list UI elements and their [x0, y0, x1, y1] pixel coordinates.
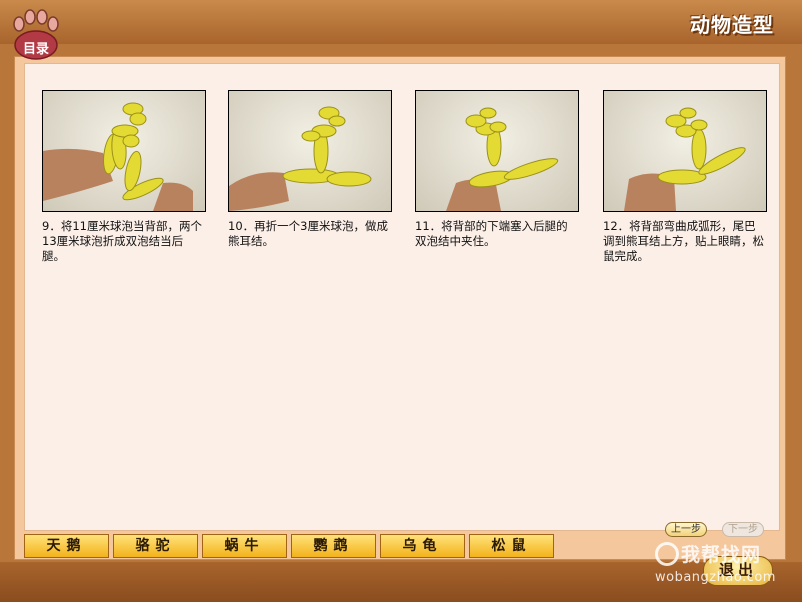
step-photo [415, 90, 579, 212]
tab-squirrel[interactable]: 松鼠 [469, 534, 554, 558]
balloon-image [624, 107, 746, 211]
top-bar [0, 0, 802, 44]
balloon-image [43, 102, 193, 211]
toc-label: 目录 [22, 42, 49, 57]
step-card: 9．将11厘米球泡当背部，两个13厘米球泡折成双泡结当后腿。 [42, 90, 206, 264]
tab-camel[interactable]: 骆驼 [113, 534, 198, 558]
tab-swan[interactable]: 天鹅 [24, 534, 109, 558]
step-description: 11．将背部的下端塞入后腿的双泡结中夹住。 [415, 219, 568, 248]
tab-turtle[interactable]: 乌龟 [380, 534, 465, 558]
tab-snail[interactable]: 蜗牛 [202, 534, 287, 558]
next-step-button: 下一步 [722, 522, 764, 537]
watermark: 我帮找网 wobangzhao.com [655, 540, 800, 592]
watermark-url: wobangzhao.com [655, 570, 776, 585]
tab-parrot[interactable]: 鹦鹉 [291, 534, 376, 558]
step-card: 11．将背部的下端塞入后腿的双泡结中夹住。 [415, 90, 579, 249]
balloon-image [229, 106, 372, 211]
search-icon [655, 542, 679, 566]
step-photo [228, 90, 392, 212]
prev-step-button[interactable]: 上一步 [665, 522, 707, 537]
page-title: 动物造型 [690, 13, 774, 37]
step-description: 10．再折一个3厘米球泡，做成熊耳结。 [228, 219, 388, 248]
step-card: 12．将背部弯曲成弧形，尾巴调到熊耳结上方，贴上眼睛，松鼠完成。 [603, 90, 767, 264]
watermark-name: 我帮找网 [681, 544, 762, 566]
step-photo [603, 90, 767, 212]
toc-button[interactable]: 目录 [10, 8, 62, 60]
step-description: 9．将11厘米球泡当背部，两个13厘米球泡折成双泡结当后腿。 [42, 219, 202, 263]
balloon-image [446, 107, 559, 211]
step-photo [42, 90, 206, 212]
step-card: 10．再折一个3厘米球泡，做成熊耳结。 [228, 90, 392, 249]
step-description: 12．将背部弯曲成弧形，尾巴调到熊耳结上方，贴上眼睛，松鼠完成。 [603, 219, 764, 263]
